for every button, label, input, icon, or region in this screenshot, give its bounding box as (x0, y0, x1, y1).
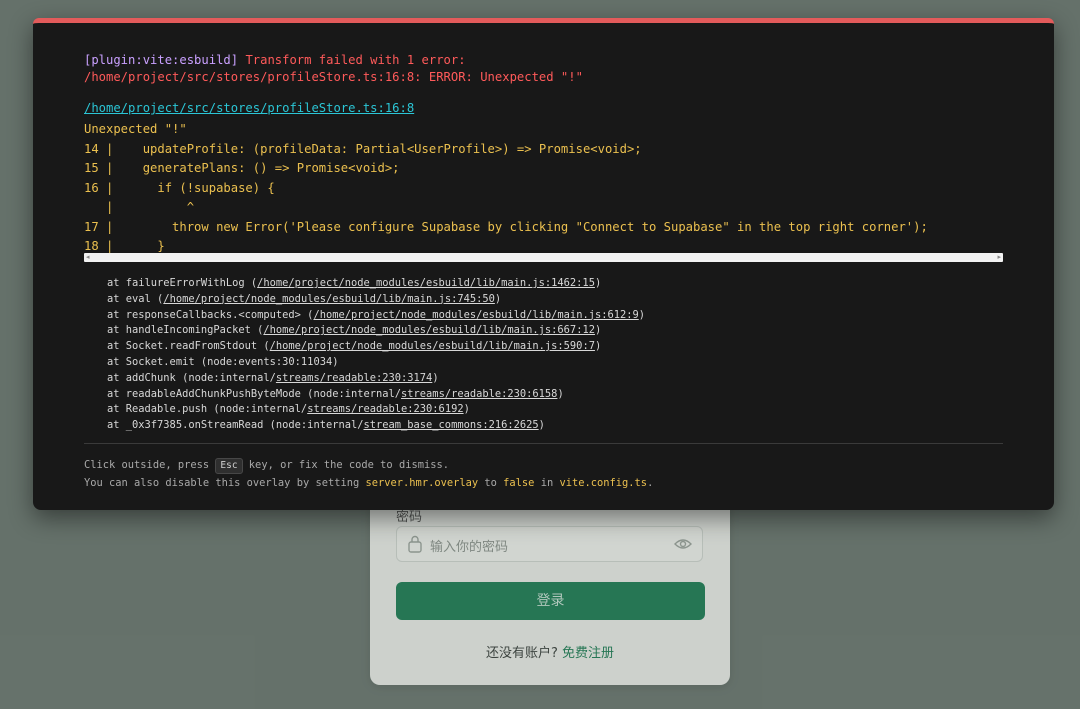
stack-link[interactable]: /home/project/node_modules/esbuild/lib/m… (263, 324, 595, 336)
stack-link[interactable]: streams/readable:230:3174 (276, 372, 432, 384)
stack-link[interactable]: streams/readable:230:6192 (307, 403, 463, 415)
stack-line: at Socket.emit (node:events:30:11034) (107, 355, 339, 368)
stack-link[interactable]: /home/project/node_modules/esbuild/lib/m… (257, 277, 595, 289)
scroll-right-icon[interactable]: ▸ (997, 253, 1001, 262)
divider (84, 443, 1003, 444)
error-file-link[interactable]: /home/project/src/stores/profileStore.ts… (84, 101, 414, 115)
code-frame-scrollbar[interactable]: ◂ ▸ (84, 253, 1003, 262)
stack-line: at handleIncomingPacket (/home/project/n… (107, 324, 602, 337)
code-line: 14 | updateProfile: (profileData: Partia… (84, 141, 642, 156)
error-line: /home/project/src/stores/profileStore.ts… (84, 70, 583, 84)
code-line: 17 | throw new Error('Please configure S… (84, 219, 928, 234)
code-line: 16 | if (!supabase) { (84, 180, 275, 195)
stack-trace: at failureErrorWithLog (/home/project/no… (107, 276, 645, 434)
dismiss-tip: Click outside, press Esc key, or fix the… (84, 458, 654, 489)
error-header: [plugin:vite:esbuild] Transform failed w… (84, 52, 583, 86)
code-line: 18 | } (84, 239, 165, 253)
stack-link[interactable]: streams/readable:230:6158 (401, 388, 557, 400)
esc-key-badge: Esc (215, 458, 243, 474)
stack-line: at Readable.push (node:internal/streams/… (107, 403, 470, 416)
setting-name: server.hmr.overlay (365, 477, 479, 489)
error-message: Unexpected "!" (84, 122, 187, 136)
stack-line: at responseCallbacks.<computed> (/home/p… (107, 308, 646, 321)
stack-link[interactable]: /home/project/node_modules/esbuild/lib/m… (270, 340, 595, 352)
stack-link[interactable]: /home/project/node_modules/esbuild/lib/m… (163, 293, 495, 305)
stack-link[interactable]: /home/project/node_modules/esbuild/lib/m… (313, 309, 638, 321)
plugin-name: [plugin:vite:esbuild] (84, 53, 239, 67)
stack-link[interactable]: stream_base_commons:216:2625 (363, 419, 538, 431)
stack-line: at Socket.readFromStdout (/home/project/… (107, 340, 602, 353)
stack-line: at _0x3f7385.onStreamRead (node:internal… (107, 419, 545, 432)
code-line: 15 | generatePlans: () => Promise<void>; (84, 161, 400, 175)
scroll-left-icon[interactable]: ◂ (86, 253, 90, 262)
code-frame: Unexpected "!" 14 | updateProfile: (prof… (84, 120, 928, 257)
false-keyword: false (503, 477, 535, 489)
error-overlay: [plugin:vite:esbuild] Transform failed w… (33, 18, 1054, 510)
stack-line: at eval (/home/project/node_modules/esbu… (107, 292, 502, 305)
stack-line: at failureErrorWithLog (/home/project/no… (107, 277, 602, 289)
code-caret-line: | ^ (84, 200, 195, 214)
error-title: Transform failed with 1 error: (245, 53, 466, 67)
stack-line: at readableAddChunkPushByteMode (node:in… (107, 387, 564, 400)
config-filename: vite.config.ts (559, 477, 648, 489)
stack-line: at addChunk (node:internal/streams/reada… (107, 371, 439, 384)
